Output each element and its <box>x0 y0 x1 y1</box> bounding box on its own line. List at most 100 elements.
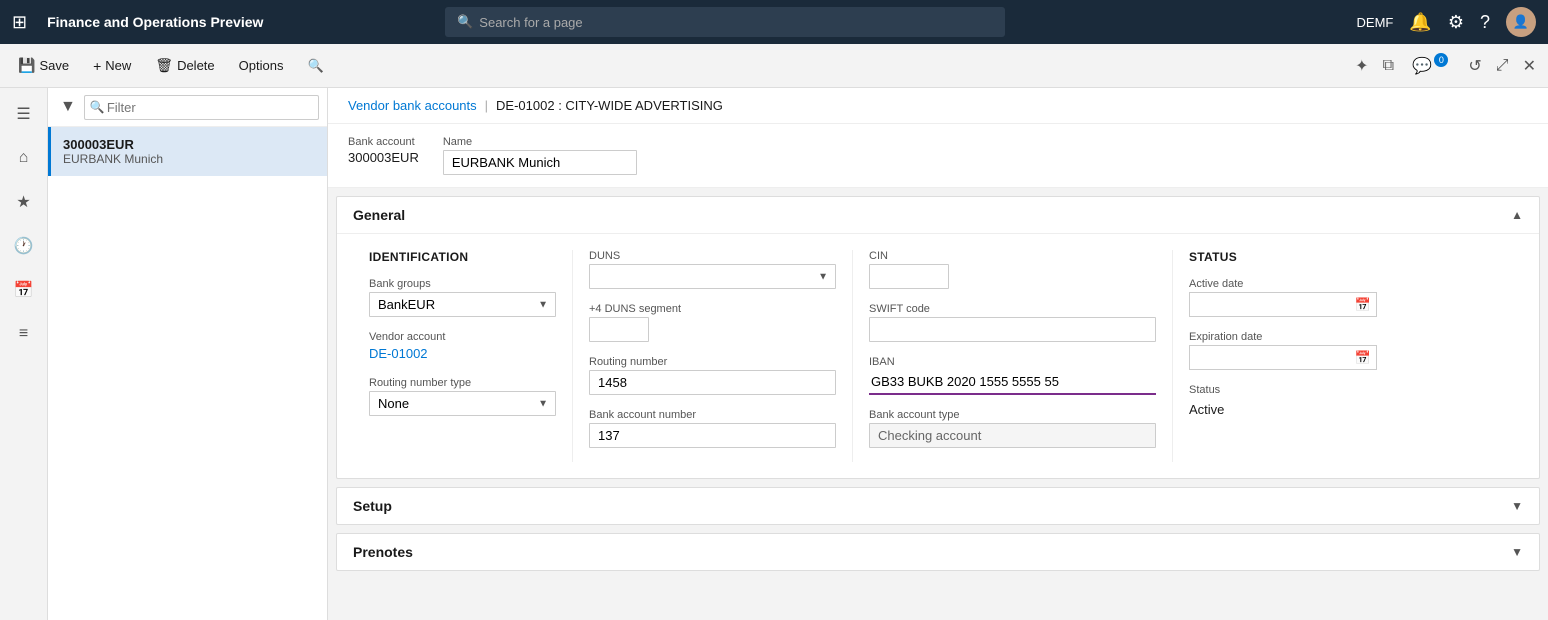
form-header: Bank account 300003EUR Name <box>328 124 1548 188</box>
content-area: Vendor bank accounts | DE-01002 : CITY-W… <box>328 88 1548 620</box>
general-section-title: General <box>353 207 405 223</box>
filter-button[interactable]: ▼ <box>56 94 80 120</box>
duns-select-wrap: ▼ <box>589 264 836 289</box>
active-date-calendar-icon[interactable]: 📅 <box>1355 297 1371 313</box>
sidebar-icon-recent[interactable]: 🕐 <box>6 228 42 264</box>
list-item[interactable]: 300003EUR EURBANK Munich <box>48 127 327 176</box>
cin-group: CIN <box>869 250 1156 289</box>
duns-group: DUNS ▼ <box>589 250 836 289</box>
message-icon[interactable]: 💬 <box>1408 54 1436 79</box>
help-icon[interactable]: ? <box>1480 12 1490 33</box>
open-new-window-icon[interactable]: ⧉ <box>1379 53 1398 79</box>
notification-icon[interactable]: 🔔 <box>1409 12 1431 33</box>
prenotes-chevron-icon: ▼ <box>1511 545 1523 559</box>
plus4-duns-input[interactable] <box>589 317 649 342</box>
prenotes-section: Prenotes ▼ <box>336 533 1540 571</box>
setup-section-title: Setup <box>353 498 392 514</box>
cin-input[interactable] <box>869 264 949 289</box>
bank-groups-select-wrap: BankEUR ▼ <box>369 292 556 317</box>
toolbar-right: ✦ ⧉ 💬 0 ↺ ⤢ ✕ <box>1351 52 1540 80</box>
routing-number-type-select-wrap: None ▼ <box>369 391 556 416</box>
status-value: Active <box>1189 398 1377 421</box>
prenotes-section-header[interactable]: Prenotes ▼ <box>337 534 1539 570</box>
active-date-label: Active date <box>1189 278 1377 290</box>
plus4-duns-group: +4 DUNS segment <box>589 303 836 342</box>
sidebar-icon-workspaces[interactable]: 📅 <box>6 272 42 308</box>
expiration-date-wrap: 📅 <box>1189 345 1377 370</box>
grid-icon[interactable]: ⊞ <box>12 12 27 33</box>
search-icon: 🔍 <box>457 14 473 30</box>
bank-account-number-input[interactable] <box>589 423 836 448</box>
iban-input[interactable] <box>869 370 1156 395</box>
notification-badge-wrap: 💬 0 <box>1404 52 1458 80</box>
setup-chevron-icon: ▼ <box>1511 499 1523 513</box>
expiration-date-input[interactable] <box>1189 345 1377 370</box>
general-section-body: IDENTIFICATION Bank groups BankEUR ▼ <box>337 234 1539 478</box>
bank-account-type-group: Bank account type <box>869 409 1156 448</box>
sidebar-icon-menu[interactable]: ☰ <box>6 96 42 132</box>
new-button[interactable]: + New <box>83 54 141 78</box>
general-section: General ▲ IDENTIFICATION Bank groups <box>336 196 1540 479</box>
vendor-account-group: Vendor account DE-01002 <box>369 331 556 363</box>
avatar[interactable]: 👤 <box>1506 7 1536 37</box>
routing-number-group: Routing number <box>589 356 836 395</box>
status-heading-group: STATUS <box>1189 250 1377 264</box>
refresh-icon[interactable]: ↺ <box>1464 52 1485 80</box>
active-date-wrap: 📅 <box>1189 292 1377 317</box>
routing-number-input[interactable] <box>589 370 836 395</box>
duns-select[interactable] <box>589 264 836 289</box>
general-section-header[interactable]: General ▲ <box>337 197 1539 234</box>
filter-input[interactable] <box>84 95 319 120</box>
breadcrumb-separator: | <box>485 98 488 113</box>
expiration-date-label: Expiration date <box>1189 331 1377 343</box>
identification-heading: IDENTIFICATION <box>369 250 556 264</box>
iban-label: IBAN <box>869 356 1156 368</box>
search-input[interactable] <box>479 15 993 30</box>
cin-label: CIN <box>869 250 1156 262</box>
delete-button[interactable]: 🗑 Delete <box>145 53 224 78</box>
setup-section: Setup ▼ <box>336 487 1540 525</box>
general-chevron-icon: ▲ <box>1511 208 1523 222</box>
expiration-date-calendar-icon[interactable]: 📅 <box>1355 350 1371 366</box>
save-button[interactable]: 💾 Save <box>8 53 79 78</box>
close-icon[interactable]: ✕ <box>1519 52 1540 80</box>
duns-col: DUNS ▼ +4 DUNS segment <box>573 250 853 462</box>
sidebar-icons: ☰ ⌂ ★ 🕐 📅 ≡ <box>0 88 48 620</box>
main-layout: ☰ ⌂ ★ 🕐 📅 ≡ ▼ 🔍 300003EUR EURBANK Munich… <box>0 88 1548 620</box>
name-input[interactable] <box>443 150 637 175</box>
swift-group: SWIFT code <box>869 303 1156 342</box>
delete-icon: 🗑 <box>155 57 173 74</box>
bank-account-type-label: Bank account type <box>869 409 1156 421</box>
personalize-icon[interactable]: ✦ <box>1351 52 1372 80</box>
list-item-id: 300003EUR <box>63 137 315 152</box>
routing-number-type-select[interactable]: None <box>369 391 556 416</box>
general-grid: IDENTIFICATION Bank groups BankEUR ▼ <box>353 250 1523 462</box>
sidebar-icon-modules[interactable]: ≡ <box>6 316 42 352</box>
name-field-group: Name <box>443 136 637 175</box>
status-col: STATUS Active date 📅 Expiration date <box>1173 250 1393 462</box>
bank-groups-group: Bank groups BankEUR ▼ <box>369 278 556 317</box>
status-value-group: Status Active <box>1189 384 1377 421</box>
bank-groups-select[interactable]: BankEUR <box>369 292 556 317</box>
identification-col: IDENTIFICATION Bank groups BankEUR ▼ <box>353 250 573 462</box>
sidebar-icon-home[interactable]: ⌂ <box>6 140 42 176</box>
bank-account-label: Bank account <box>348 136 419 148</box>
setup-section-header[interactable]: Setup ▼ <box>337 488 1539 524</box>
maximize-icon[interactable]: ⤢ <box>1492 53 1513 79</box>
bank-account-field-group: Bank account 300003EUR <box>348 136 419 175</box>
breadcrumb-parent[interactable]: Vendor bank accounts <box>348 98 477 113</box>
toolbar-search-button[interactable]: 🔍 <box>297 54 333 78</box>
list-item-subtitle: EURBANK Munich <box>63 152 315 166</box>
sidebar-icon-favorites[interactable]: ★ <box>6 184 42 220</box>
cin-col: CIN SWIFT code IBAN Bank account ty <box>853 250 1173 462</box>
search-bar[interactable]: 🔍 <box>445 7 1005 37</box>
vendor-account-link[interactable]: DE-01002 <box>369 346 428 361</box>
message-count-badge: 0 <box>1434 53 1448 67</box>
settings-icon[interactable]: ⚙ <box>1448 12 1464 33</box>
bank-account-number-label: Bank account number <box>589 409 836 421</box>
name-label: Name <box>443 136 637 148</box>
expiration-date-group: Expiration date 📅 <box>1189 331 1377 370</box>
active-date-input[interactable] <box>1189 292 1377 317</box>
options-button[interactable]: Options <box>229 54 294 77</box>
swift-input[interactable] <box>869 317 1156 342</box>
